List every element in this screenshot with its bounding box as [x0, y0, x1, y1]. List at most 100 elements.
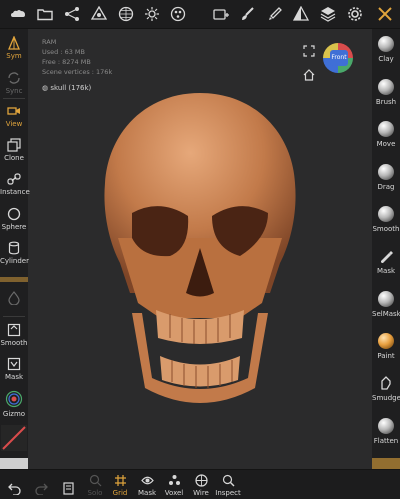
solo-button[interactable]: Solo [81, 474, 109, 497]
view-label: View [5, 120, 23, 128]
flatten-label: Flatten [373, 437, 399, 445]
ram-label: RAM [42, 38, 57, 46]
brush-tool[interactable]: Brush [372, 79, 400, 106]
cylinder-label: Cylinder [0, 257, 29, 265]
redo-icon [34, 483, 48, 495]
redo-button[interactable] [27, 482, 55, 497]
smooth-button[interactable]: Smooth [0, 323, 28, 347]
ram-free: Free : 8274 MB [42, 58, 91, 66]
sphere-icon [7, 207, 21, 221]
folder-icon[interactable] [35, 4, 55, 24]
gizmo-icon [5, 390, 23, 408]
video-camera-icon [7, 107, 20, 115]
wire-button[interactable]: Wire [187, 474, 215, 497]
sync-icon [8, 72, 20, 84]
sun-icon[interactable] [142, 4, 162, 24]
paint-label: Paint [377, 352, 395, 360]
home-icon[interactable] [303, 66, 315, 81]
paint-icon [378, 333, 394, 349]
inspect-label: Inspect [215, 489, 241, 497]
voxel-label: Voxel [164, 489, 184, 497]
cloud-icon[interactable] [8, 4, 28, 24]
instance-label: Instance [0, 188, 30, 196]
paint-drop-icon[interactable] [265, 4, 285, 24]
sphere-grid-icon[interactable] [116, 4, 136, 24]
scene-vertices: Scene vertices : 176k [42, 68, 113, 76]
brush-label: Brush [375, 98, 397, 106]
mask-button[interactable]: Mask [0, 357, 28, 381]
sphere-label: Sphere [1, 223, 27, 231]
sync-label: Sync [5, 87, 23, 95]
flatten-tool[interactable]: Flatten [372, 418, 400, 445]
smooth-icon [378, 206, 394, 222]
tools-icon[interactable] [375, 4, 395, 24]
skull-model[interactable] [90, 88, 310, 418]
selmask-tool[interactable]: SelMask [372, 291, 400, 318]
voxel-button[interactable]: Voxel [160, 474, 188, 497]
sync-button[interactable]: Sync [0, 71, 28, 95]
clay-label: Clay [378, 55, 394, 63]
voxel-icon [168, 475, 180, 485]
inspect-icon [222, 474, 234, 487]
brush-icon [378, 79, 394, 95]
sphere-button[interactable]: Sphere [0, 207, 28, 231]
color-swatch[interactable] [1, 425, 27, 451]
scene-icon [62, 482, 74, 495]
solo-label: Solo [87, 489, 103, 497]
mesh-icon: ◍ [42, 84, 49, 92]
inspect-button[interactable]: Inspect [214, 474, 242, 497]
smooth-icon [7, 323, 21, 337]
share-nodes-icon[interactable] [62, 4, 82, 24]
grid-icon [114, 475, 126, 486]
clone-label: Clone [4, 154, 24, 162]
instance-button[interactable]: Instance [0, 172, 30, 196]
gizmo-front-label: Front [330, 50, 348, 66]
scene-icon[interactable] [89, 4, 109, 24]
drag-tool[interactable]: Drag [372, 164, 400, 191]
ram-used: Used : 63 MB [42, 48, 85, 56]
mask-brush-icon [381, 251, 393, 263]
smudge-icon [381, 376, 391, 390]
layers-icon[interactable] [318, 4, 338, 24]
scene-stats: RAM Used : 63 MB Free : 8274 MB Scene ve… [42, 37, 112, 77]
view-button[interactable]: View [0, 104, 28, 128]
cylinder-button[interactable]: Cylinder [0, 241, 29, 265]
undo-button[interactable] [0, 482, 28, 497]
grid-label: Grid [112, 489, 128, 497]
smooth-tool[interactable]: Smooth [372, 206, 400, 233]
fullscreen-icon[interactable] [303, 42, 315, 57]
mesh-name[interactable]: ◍ skull (176k) [42, 84, 91, 92]
mesh-name-label: skull (176k) [50, 84, 92, 92]
mask-icon [7, 357, 21, 371]
camera-add-icon[interactable] [211, 4, 231, 24]
material-icon[interactable] [168, 4, 188, 24]
clone-button[interactable]: Clone [0, 138, 28, 162]
wireframe-icon [194, 474, 208, 487]
sym-button[interactable]: Sym [0, 36, 28, 60]
contrast-icon[interactable] [291, 4, 311, 24]
smooth-label: Smooth [0, 339, 28, 347]
move-tool[interactable]: Move [372, 121, 400, 148]
mask-label: Mask [4, 373, 24, 381]
mask-toggle-button[interactable]: Mask [133, 474, 161, 497]
clay-tool[interactable]: Clay [372, 36, 400, 63]
undo-icon [7, 483, 21, 495]
paint-drop-icon[interactable] [7, 290, 21, 306]
paint-tool[interactable]: Paint [372, 333, 400, 360]
smudge-label: Smudge [372, 394, 400, 402]
mask-tool[interactable]: Mask [372, 248, 400, 275]
top-toolbar [0, 0, 400, 29]
sym-label: Sym [6, 52, 22, 60]
move-icon [378, 121, 394, 137]
scene-button[interactable] [54, 482, 82, 497]
settings-icon[interactable] [345, 4, 365, 24]
smudge-tool[interactable]: Smudge [372, 375, 400, 402]
gizmo-button[interactable]: Gizmo [0, 390, 28, 418]
selmask-icon [378, 291, 394, 307]
eye-icon [140, 476, 154, 485]
drag-label: Drag [377, 183, 395, 191]
separator-handle [0, 277, 28, 282]
grid-button[interactable]: Grid [106, 474, 134, 497]
clone-icon [7, 138, 21, 152]
brush-icon[interactable] [238, 4, 258, 24]
